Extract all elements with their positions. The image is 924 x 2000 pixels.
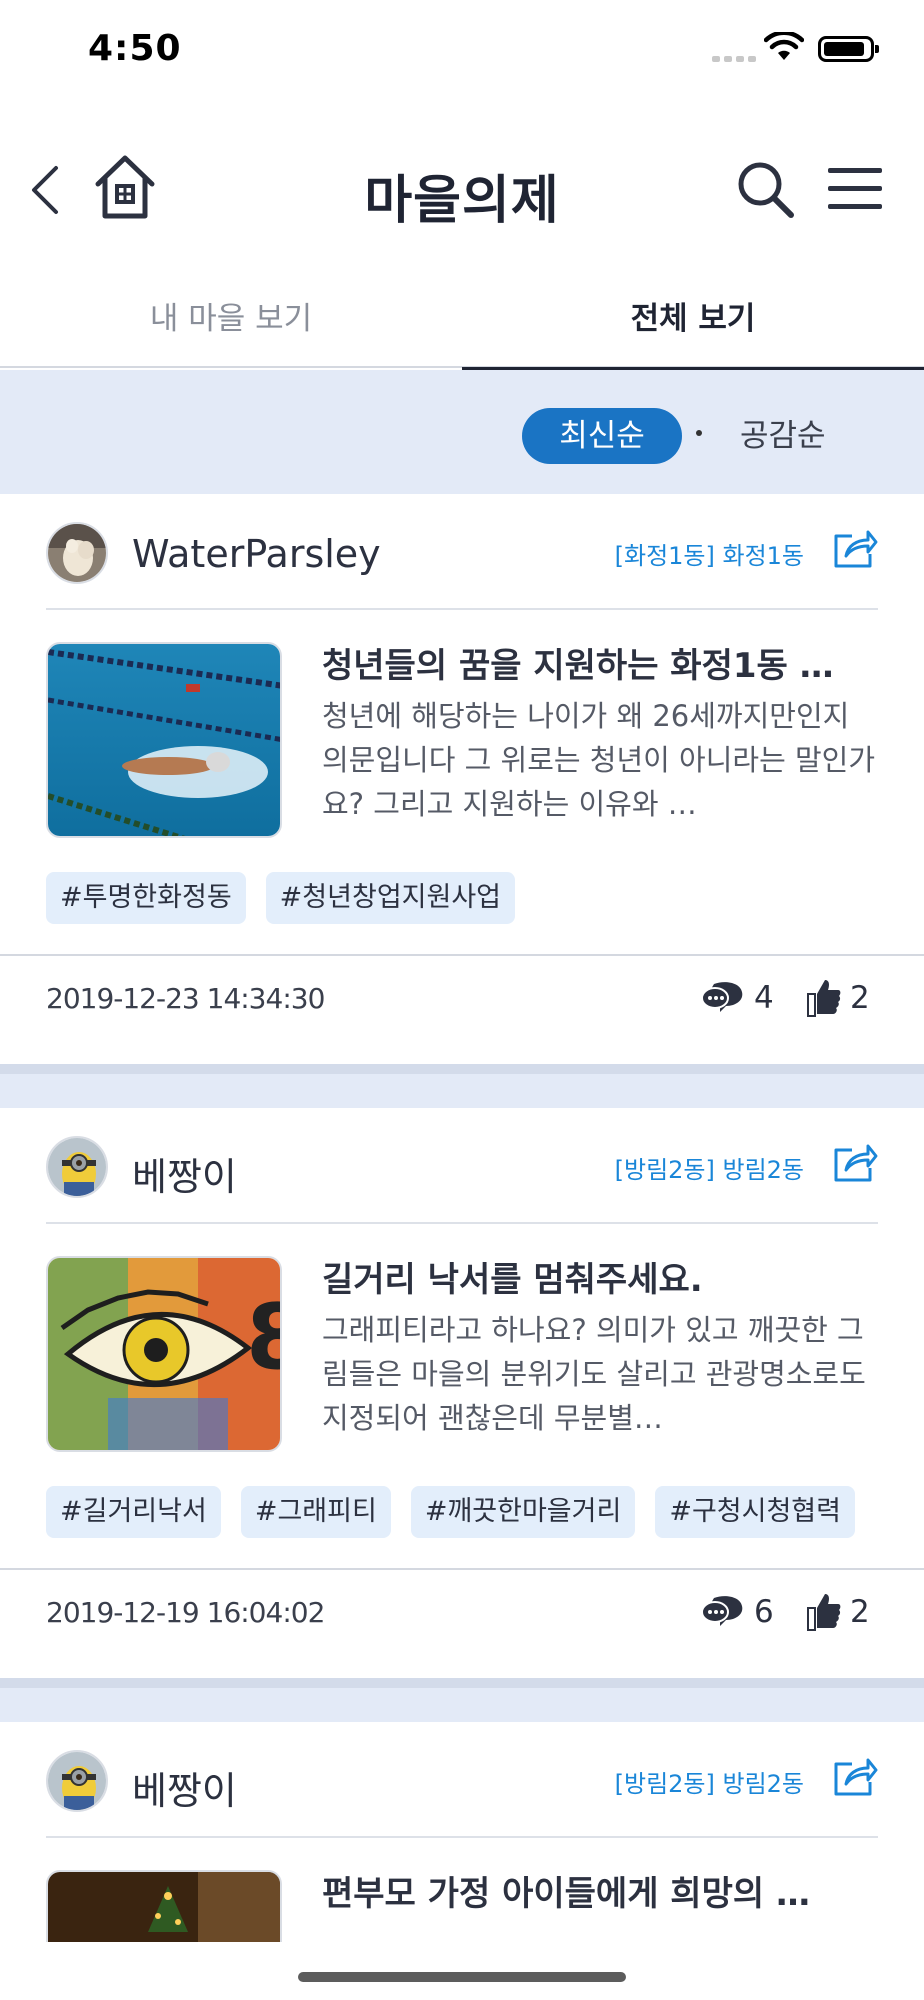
post-feed: WaterParsley [화정1동] 화정1동 청년들의 꿈을 지원하는 화정… xyxy=(0,494,924,1942)
thumbs-up-icon xyxy=(807,1594,841,1631)
post-header: 베짱이 [방림2동] 방림2동 xyxy=(46,1136,878,1200)
comment-count-value: 4 xyxy=(754,980,774,1016)
avatar xyxy=(46,1750,108,1812)
divider xyxy=(46,1222,878,1224)
comment-count[interactable]: 6 xyxy=(700,1592,774,1632)
post-thumbnail[interactable]: 8 xyxy=(46,1256,282,1452)
card-separator xyxy=(0,1678,924,1722)
thumbs-up-icon xyxy=(807,980,841,1017)
comment-icon xyxy=(701,982,743,1012)
post-thumbnail[interactable] xyxy=(46,1870,282,1942)
post-card[interactable]: 베짱이 [방림2동] 방림2동 편부모 가정 아이들에게 희망의 … xyxy=(0,1722,924,1942)
hashtag[interactable]: #깨끗한마을거리 xyxy=(410,1486,636,1538)
post-thumbnail[interactable] xyxy=(46,642,282,838)
hashtag[interactable]: #투명한화정동 xyxy=(46,872,246,924)
post-card[interactable]: 베짱이 [방림2동] 방림2동 8 길거리 낙서를 멈춰주세요. 그래피티라고 xyxy=(0,1108,924,1678)
home-indicator[interactable] xyxy=(298,1972,626,1982)
author-name[interactable]: 베짱이 xyxy=(132,1146,237,1201)
comment-count[interactable]: 4 xyxy=(700,978,774,1018)
post-title[interactable]: 편부모 가정 아이들에게 희망의 … xyxy=(322,1866,882,1915)
post-excerpt: 그래피티라고 하나요? 의미가 있고 깨끗한 그림들은 마을의 분위기도 살리고… xyxy=(322,1313,866,1435)
divider xyxy=(0,954,924,956)
tab-all[interactable]: 전체 보기 xyxy=(462,270,924,370)
author-name[interactable]: 베짱이 xyxy=(132,1760,237,1815)
svg-text:8: 8 xyxy=(246,1285,282,1390)
post-header: WaterParsley [화정1동] 화정1동 xyxy=(46,522,878,586)
divider xyxy=(0,1568,924,1570)
like-count[interactable]: 2 xyxy=(806,1592,870,1632)
like-count[interactable]: 2 xyxy=(806,978,870,1018)
share-icon[interactable] xyxy=(832,528,878,570)
post-card[interactable]: WaterParsley [화정1동] 화정1동 청년들의 꿈을 지원하는 화정… xyxy=(0,494,924,1064)
divider xyxy=(46,608,878,610)
author-name[interactable]: WaterParsley xyxy=(132,532,381,576)
sort-separator-dot xyxy=(696,430,702,436)
battery-icon xyxy=(818,36,879,62)
nav-bar: 마을의제 xyxy=(0,140,924,240)
avatar xyxy=(46,1136,108,1198)
post-excerpt: 청년에 해당하는 나이가 왜 26세까지만인지 의문입니다 그 위로는 청년이 … xyxy=(322,699,876,821)
hashtag[interactable]: #그래피티 xyxy=(240,1486,391,1538)
share-icon[interactable] xyxy=(832,1142,878,1184)
sort-empathy-button[interactable]: 공감순 xyxy=(740,408,826,464)
post-header: 베짱이 [방림2동] 방림2동 xyxy=(46,1750,878,1814)
comment-icon xyxy=(701,1596,743,1626)
hashtag[interactable]: #청년창업지원사업 xyxy=(265,872,516,924)
tab-bar: 내 마을 보기 전체 보기 xyxy=(0,270,924,370)
signal-icon xyxy=(712,56,756,62)
location-link[interactable]: [방림2동] 방림2동 xyxy=(615,1150,804,1185)
hashtag[interactable]: #구청시청협력 xyxy=(655,1486,855,1538)
avatar xyxy=(46,522,108,584)
tag-list: #투명한화정동 #청년창업지원사업 xyxy=(46,872,516,924)
sort-bar: 최신순 공감순 xyxy=(0,370,924,494)
post-date: 2019-12-23 14:34:30 xyxy=(46,982,325,1015)
sort-latest-button[interactable]: 최신순 xyxy=(522,408,682,464)
like-count-value: 2 xyxy=(850,980,870,1016)
divider xyxy=(46,1836,878,1838)
post-title[interactable]: 청년들의 꿈을 지원하는 화정1동 … xyxy=(322,638,882,687)
like-count-value: 2 xyxy=(850,1594,870,1630)
location-link[interactable]: [방림2동] 방림2동 xyxy=(615,1764,804,1799)
wifi-icon xyxy=(764,32,804,60)
share-icon[interactable] xyxy=(832,1756,878,1798)
status-time: 4:50 xyxy=(88,28,182,69)
status-bar: 4:50 xyxy=(0,0,924,110)
card-separator xyxy=(0,1064,924,1108)
post-date: 2019-12-19 16:04:02 xyxy=(46,1596,325,1629)
comment-count-value: 6 xyxy=(754,1594,774,1630)
hashtag[interactable]: #길거리낙서 xyxy=(46,1486,221,1538)
menu-icon[interactable] xyxy=(826,164,884,214)
search-icon[interactable] xyxy=(734,158,796,220)
tag-list: #길거리낙서 #그래피티 #깨끗한마을거리 #구청시청협력 xyxy=(46,1486,855,1538)
location-link[interactable]: [화정1동] 화정1동 xyxy=(615,536,804,571)
post-title[interactable]: 길거리 낙서를 멈춰주세요. xyxy=(322,1252,882,1301)
tab-my-village[interactable]: 내 마을 보기 xyxy=(0,270,462,368)
